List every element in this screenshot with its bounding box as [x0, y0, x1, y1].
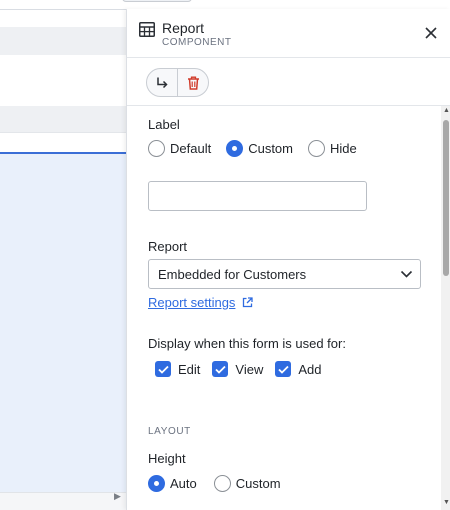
checkbox-label: View	[235, 361, 264, 377]
radio-label: Auto	[170, 476, 197, 491]
scroll-right-icon[interactable]: ▶	[114, 491, 121, 502]
close-icon[interactable]	[423, 25, 439, 41]
trash-icon	[187, 76, 199, 90]
checkbox-label: Edit	[178, 361, 201, 377]
label-option-custom[interactable]: Custom	[226, 140, 293, 157]
display-checkbox-group: Edit View Add	[155, 361, 334, 377]
horizontal-scrollbar[interactable]	[0, 492, 126, 510]
label-radio-group: Default Custom Hide	[148, 140, 372, 157]
vertical-scrollbar[interactable]: ▲ ▼	[441, 106, 450, 510]
radio-button[interactable]	[213, 475, 231, 492]
checkmark-icon	[157, 365, 169, 374]
height-heading: Height	[148, 451, 186, 466]
divider	[0, 9, 126, 10]
label-heading: Label	[148, 117, 180, 132]
scroll-down-icon[interactable]: ▼	[443, 499, 450, 506]
height-option-custom[interactable]: Custom	[213, 475, 281, 492]
radio-label: Default	[170, 141, 212, 156]
layout-section-heading: LAYOUT	[148, 426, 191, 437]
chevron-down-icon	[400, 270, 413, 278]
checkmark-icon	[215, 365, 226, 374]
checkbox[interactable]	[155, 361, 171, 377]
checkbox[interactable]	[275, 361, 292, 377]
checkmark-icon	[278, 365, 289, 374]
panel-header: Report COMPONENT	[127, 9, 450, 57]
move-component-button[interactable]	[147, 69, 177, 96]
arrow-turn-down-right-icon	[157, 77, 168, 88]
properties-form: Label Default Custom Hide Report Embedde…	[127, 106, 441, 510]
radio-label: Hide	[330, 141, 357, 156]
report-heading: Report	[148, 239, 188, 254]
delete-component-button[interactable]	[177, 69, 208, 96]
divider	[0, 132, 126, 133]
display-option-edit[interactable]: Edit	[155, 361, 200, 377]
radio-button[interactable]	[226, 140, 244, 157]
action-button-group	[146, 68, 209, 97]
report-select[interactable]: Embedded for Customers	[148, 259, 421, 289]
height-radio-group: Auto Custom	[148, 475, 296, 492]
table-icon	[139, 22, 155, 37]
radio-label: Custom	[235, 476, 281, 491]
component-toolbar	[127, 57, 450, 106]
selected-component-area[interactable]	[0, 152, 126, 492]
canvas-row	[0, 27, 126, 55]
panel-subtitle: COMPONENT	[162, 37, 232, 48]
display-option-view[interactable]: View	[212, 361, 263, 377]
display-conditions-heading: Display when this form is used for:	[148, 336, 346, 351]
display-option-add[interactable]: Add	[275, 361, 322, 377]
report-select-value: Embedded for Customers	[158, 267, 307, 282]
custom-label-input[interactable]	[148, 181, 367, 211]
scroll-up-icon[interactable]: ▲	[443, 107, 450, 114]
radio-button[interactable]	[148, 140, 165, 157]
component-properties-panel: Report COMPONENT Label Default Custom Hi…	[126, 9, 450, 510]
label-option-default[interactable]: Default	[148, 140, 211, 157]
panel-title: Report	[162, 20, 205, 36]
radio-button[interactable]	[308, 140, 325, 157]
radio-label: Custom	[248, 141, 293, 156]
label-option-hide[interactable]: Hide	[308, 140, 357, 157]
top-tab-edge	[122, 0, 192, 2]
canvas-row	[0, 106, 126, 132]
report-settings-label[interactable]: Report settings	[148, 295, 235, 310]
report-settings-link[interactable]: Report settings	[148, 295, 254, 310]
scrollbar-thumb[interactable]	[443, 120, 449, 276]
checkbox[interactable]	[212, 361, 229, 377]
canvas-background: ▶	[0, 0, 192, 510]
checkbox-label: Add	[298, 361, 322, 377]
external-link-icon	[243, 297, 254, 308]
radio-button[interactable]	[148, 475, 165, 492]
height-option-auto[interactable]: Auto	[148, 475, 197, 492]
